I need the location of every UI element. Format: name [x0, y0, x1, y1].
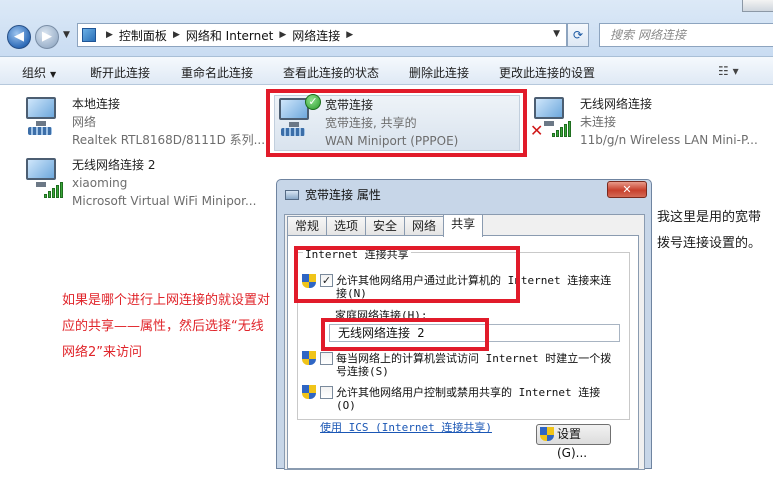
- connection-wireless-2[interactable]: 无线网络连接 2 xiaoming Microsoft Virtual WiFi…: [22, 156, 256, 210]
- view-icon: ☷ ▾: [718, 64, 739, 78]
- close-icon: ✕: [530, 121, 544, 140]
- forward-button[interactable]: ▶: [35, 25, 59, 49]
- chevron-right-icon[interactable]: ▶: [279, 30, 286, 40]
- rename-button[interactable]: 重命名此连接: [181, 64, 253, 81]
- highlight-box-broadband: [266, 89, 527, 157]
- change-settings-button[interactable]: 更改此连接的设置: [499, 64, 595, 81]
- connection-status: 网络: [72, 115, 97, 129]
- tab-networking[interactable]: 网络: [404, 216, 445, 236]
- disconnect-button[interactable]: 断开此连接: [90, 64, 150, 81]
- view-status-button[interactable]: 查看此连接的状态: [283, 64, 379, 81]
- arrow-left-icon: ◀: [14, 29, 24, 44]
- connection-device: 11b/g/n Wireless LAN Mini-P...: [580, 133, 758, 147]
- wireless-connected-icon: [22, 156, 66, 200]
- connection-name: 无线网络连接: [580, 97, 653, 111]
- tab-options[interactable]: 选项: [326, 216, 367, 236]
- close-button[interactable]: ✕: [607, 181, 647, 198]
- chevron-right-icon[interactable]: ▶: [106, 30, 113, 40]
- allow-control-label: 允许其他网络用户控制或禁用共享的 Internet 连接(O): [336, 386, 601, 412]
- tab-general[interactable]: 常规: [287, 216, 328, 236]
- uac-shield-icon: [540, 427, 554, 443]
- search-input[interactable]: 搜索 网络连接: [599, 23, 773, 47]
- settings-button[interactable]: 设置(G)...: [536, 424, 611, 460]
- chevron-right-icon[interactable]: ▶: [173, 30, 180, 40]
- annotation-left: 如果是哪个进行上网连接的就设置对应的共享——属性，然后选择“无线网络2”来访问: [62, 293, 271, 360]
- connection-local[interactable]: 本地连接 网络 Realtek RTL8168D/8111D 系列...: [22, 95, 265, 149]
- organize-label: 组织: [22, 66, 47, 80]
- command-bar: 组织 ▼ 断开此连接 重命名此连接 查看此连接的状态 删除此连接 更改此连接的设置…: [0, 57, 773, 85]
- breadcrumb-item[interactable]: 控制面板: [119, 27, 167, 44]
- recent-pages-dropdown[interactable]: ▼: [63, 30, 70, 40]
- breadcrumb-item[interactable]: 网络和 Internet: [186, 27, 273, 44]
- connection-status: 未连接: [580, 115, 617, 129]
- wireless-disconnected-icon: ✕: [530, 95, 574, 140]
- settings-button-label: 设置(G)...: [557, 427, 588, 460]
- highlight-box-home-network: [321, 318, 489, 351]
- chevron-down-icon[interactable]: ▼: [553, 29, 560, 39]
- connection-device: Microsoft Virtual WiFi Minipor...: [72, 194, 257, 208]
- tab-sharing[interactable]: 共享: [443, 214, 484, 237]
- connection-device: Realtek RTL8168D/8111D 系列...: [72, 133, 266, 147]
- connection-name: 无线网络连接 2: [72, 158, 156, 172]
- dial-on-demand-checkbox[interactable]: [320, 352, 333, 365]
- chevron-down-icon: ▼: [50, 70, 57, 79]
- back-button[interactable]: ◀: [7, 25, 31, 49]
- close-icon: ✕: [622, 183, 632, 196]
- highlight-box-allow-sharing: [294, 246, 520, 303]
- connection-status: xiaoming: [72, 176, 128, 190]
- refresh-button[interactable]: ⟳: [567, 23, 589, 47]
- control-panel-icon: [82, 28, 96, 42]
- allow-control-checkbox[interactable]: [320, 386, 333, 399]
- network-icon: [285, 189, 299, 200]
- address-bar: ◀ ▶ ▼ ▶ 控制面板 ▶ 网络和 Internet ▶ 网络连接 ▶ ▼ ⟳…: [0, 0, 773, 57]
- breadcrumb[interactable]: ▶ 控制面板 ▶ 网络和 Internet ▶ 网络连接 ▶ ▼: [77, 23, 567, 47]
- view-options-button[interactable]: ☷ ▾: [718, 64, 739, 78]
- refresh-icon: ⟳: [572, 28, 584, 42]
- uac-shield-icon: [302, 351, 316, 367]
- dial-on-demand-label: 每当网络上的计算机尝试访问 Internet 时建立一个拨号连接(S): [336, 352, 612, 378]
- arrow-right-icon: ▶: [42, 29, 52, 44]
- dialog-title: 宽带连接 属性: [285, 186, 381, 203]
- breadcrumb-item[interactable]: 网络连接: [292, 27, 340, 44]
- chevron-right-icon[interactable]: ▶: [346, 30, 353, 40]
- organize-menu[interactable]: 组织 ▼: [22, 64, 56, 81]
- connection-name: 本地连接: [72, 97, 121, 111]
- window-caption-button[interactable]: [742, 0, 773, 12]
- delete-button[interactable]: 删除此连接: [409, 64, 469, 81]
- wired-network-icon: [22, 95, 66, 139]
- ics-help-link[interactable]: 使用 ICS (Internet 连接共享): [320, 419, 492, 435]
- dialog-title-text: 宽带连接 属性: [305, 188, 381, 202]
- screenshot-root: ◀ ▶ ▼ ▶ 控制面板 ▶ 网络和 Internet ▶ 网络连接 ▶ ▼ ⟳…: [0, 0, 773, 488]
- tab-security[interactable]: 安全: [365, 216, 406, 236]
- annotation-right: 我这里是用的宽带拨号连接设置的。: [657, 210, 762, 251]
- uac-shield-icon: [302, 385, 316, 401]
- connection-wireless[interactable]: ✕ 无线网络连接 未连接 11b/g/n Wireless LAN Mini-P…: [530, 95, 758, 149]
- dialog-tabs: 常规 选项 安全 网络 共享: [287, 214, 484, 237]
